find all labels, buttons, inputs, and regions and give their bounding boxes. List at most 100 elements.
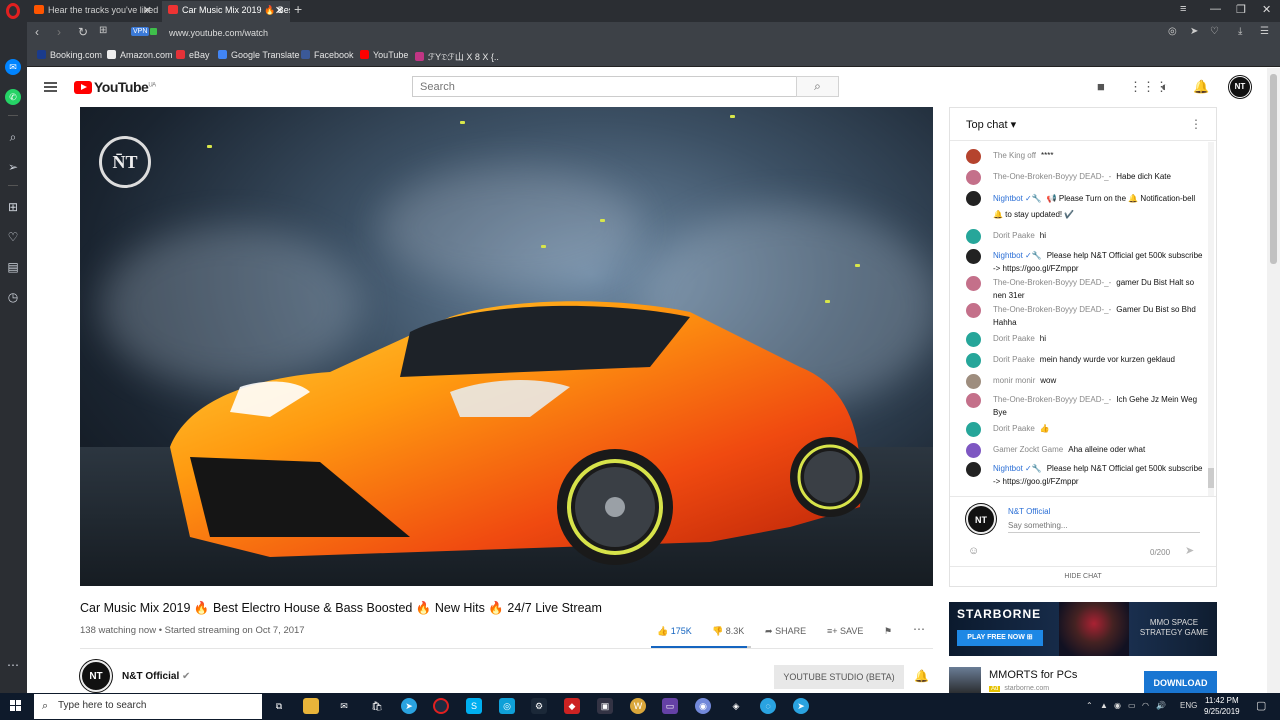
youtube-logo[interactable]: YouTubeUA — [74, 79, 156, 95]
tray-app-icon[interactable]: ◉ — [1114, 701, 1121, 710]
download-icon[interactable]: ⤓ — [1238, 26, 1242, 37]
app-icon[interactable]: ◆ — [564, 698, 580, 714]
more-icon[interactable]: ⋯ — [5, 657, 21, 673]
opera-taskbar-icon[interactable] — [433, 698, 449, 714]
bookmark-amazon[interactable]: Amazon.com — [107, 50, 173, 60]
store-icon[interactable]: 🛍 — [369, 698, 385, 714]
chat-avatar[interactable] — [966, 191, 981, 206]
more-actions-button[interactable]: ⋯ — [913, 622, 925, 636]
menu-icon[interactable] — [44, 82, 57, 92]
forward-icon[interactable]: › — [57, 25, 61, 39]
chat-avatar[interactable] — [966, 149, 981, 164]
search-button[interactable]: ⌕ — [796, 76, 839, 97]
create-video-icon[interactable]: ■ — [1097, 79, 1105, 94]
chat-message-input[interactable] — [1008, 519, 1200, 533]
share-button[interactable]: ➦ SHARE — [765, 626, 806, 637]
bookmarks-heart-icon[interactable]: ♡ — [5, 229, 21, 245]
messenger-icon[interactable]: ✉ — [5, 59, 21, 75]
news-icon[interactable]: ▤ — [5, 259, 21, 275]
like-button[interactable]: 👍 175K — [657, 626, 692, 637]
dislike-button[interactable]: 👎 8.3K — [712, 626, 744, 637]
tray-chevron-icon[interactable]: ⌃ — [1086, 701, 1093, 710]
task-view-icon[interactable]: ⧉ — [271, 698, 287, 714]
speed-dial-icon[interactable]: ⊞ — [5, 199, 21, 215]
url-field[interactable]: www.youtube.com/watch — [169, 28, 268, 38]
tray-app-icon[interactable]: ▲ — [1100, 701, 1108, 710]
mail-icon[interactable]: ✉ — [336, 698, 352, 714]
close-tab-icon[interactable]: ✕ — [143, 4, 152, 17]
telegram-icon[interactable]: ➤ — [401, 698, 417, 714]
chat-scrollbar-thumb[interactable] — [1208, 468, 1214, 488]
tab-liked-tracks[interactable]: Hear the tracks you've liked ✕ — [28, 1, 158, 22]
send-icon[interactable]: ➤ — [1190, 26, 1198, 37]
app-icon[interactable]: ◌ — [760, 698, 776, 714]
chat-avatar[interactable] — [966, 276, 981, 291]
channel-avatar[interactable]: NT — [80, 660, 112, 692]
chat-avatar[interactable] — [966, 303, 981, 318]
bookmark-facebook[interactable]: Facebook — [301, 50, 354, 60]
tab-menu-icon[interactable]: ≡ — [1180, 3, 1186, 15]
chat-avatar[interactable] — [966, 229, 981, 244]
channel-name[interactable]: N&T Official ✔ — [122, 671, 190, 682]
emoji-picker-icon[interactable]: ☺ — [968, 545, 979, 557]
chat-avatar[interactable] — [966, 249, 981, 264]
volume-icon[interactable]: 🔊 — [1156, 701, 1166, 710]
telegram-icon[interactable]: ➤ — [793, 698, 809, 714]
maximize-button[interactable]: ❐ — [1236, 3, 1246, 16]
bookmark-youtube[interactable]: YouTube — [360, 50, 408, 60]
notifications-bell-icon[interactable]: 🔔 — [1193, 79, 1209, 95]
heart-icon[interactable]: ♡ — [1210, 26, 1219, 37]
chat-scrollbar[interactable] — [1208, 142, 1214, 496]
send-message-icon[interactable]: ➤ — [1185, 544, 1194, 557]
chat-avatar[interactable] — [966, 374, 981, 389]
app-icon[interactable]: ◎ — [499, 698, 515, 714]
reload-icon[interactable]: ↻ — [78, 25, 88, 39]
search-input[interactable] — [412, 76, 797, 97]
minimize-button[interactable]: — — [1210, 3, 1221, 15]
chat-avatar[interactable] — [966, 422, 981, 437]
history-icon[interactable]: ◷ — [5, 289, 21, 305]
skype-icon[interactable]: S — [466, 698, 482, 714]
chat-options-icon[interactable]: ⋮ — [1190, 117, 1202, 131]
close-tab-icon[interactable]: ✕ — [275, 4, 284, 17]
chat-avatar[interactable] — [966, 462, 981, 477]
file-explorer-icon[interactable] — [303, 698, 319, 714]
promo-ad[interactable]: MMORTS for PCs Ad starborne.com DOWNLOAD — [949, 667, 1217, 693]
tab-youtube-video[interactable]: Car Music Mix 2019 🔥 Best ✕ — [162, 1, 290, 22]
hide-chat-button[interactable]: HIDE CHAT — [950, 566, 1216, 586]
search-icon[interactable]: ⌕ — [5, 129, 21, 145]
video-player[interactable]: N̄T — [80, 107, 933, 586]
twitch-icon[interactable]: ▭ — [662, 698, 678, 714]
back-icon[interactable]: ‹ — [35, 25, 39, 39]
bookmark-google-translate[interactable]: Google Translate — [218, 50, 300, 60]
chat-mode-dropdown[interactable]: Top chat ▾ — [966, 118, 1016, 131]
chat-avatar[interactable] — [966, 332, 981, 347]
page-scrollbar[interactable] — [1267, 68, 1280, 693]
starborne-banner-ad[interactable]: STARBORNE PLAY FREE NOW ⊞ MMO SPACE STRA… — [949, 602, 1217, 656]
app-icon[interactable]: ◈ — [728, 698, 744, 714]
save-button[interactable]: ≡+ SAVE — [827, 626, 863, 636]
easy-setup-icon[interactable]: ☰ — [1260, 26, 1269, 37]
promo-title[interactable]: MMORTS for PCs — [989, 669, 1077, 681]
action-center-icon[interactable]: ▢ — [1256, 699, 1266, 712]
vpn-badge[interactable]: VPN — [131, 27, 150, 36]
taskbar-search-box[interactable]: ⌕ Type here to search — [34, 694, 262, 719]
chat-avatar[interactable] — [966, 170, 981, 185]
bookmark-ebay[interactable]: eBay — [176, 50, 210, 60]
wow-icon[interactable]: W — [630, 698, 646, 714]
network-icon[interactable]: ▭ — [1128, 701, 1136, 710]
camera-icon[interactable]: ◎ — [1168, 26, 1177, 37]
whatsapp-icon[interactable]: ✆ — [5, 89, 21, 105]
flow-icon[interactable]: ➢ — [5, 159, 21, 175]
wifi-icon[interactable]: ◠ — [1142, 701, 1149, 710]
page-scrollbar-thumb[interactable] — [1270, 74, 1277, 264]
play-free-now-button[interactable]: PLAY FREE NOW ⊞ — [957, 630, 1043, 646]
new-tab-button[interactable]: + — [294, 1, 302, 17]
report-flag-button[interactable]: ⚑ — [884, 626, 892, 637]
chat-avatar[interactable] — [966, 393, 981, 408]
download-button[interactable]: DOWNLOAD — [1144, 671, 1217, 693]
lock-icon[interactable] — [150, 28, 157, 35]
app-icon[interactable]: ▣ — [597, 698, 613, 714]
promo-thumbnail[interactable] — [949, 667, 981, 693]
windows-start-icon[interactable] — [10, 700, 22, 712]
